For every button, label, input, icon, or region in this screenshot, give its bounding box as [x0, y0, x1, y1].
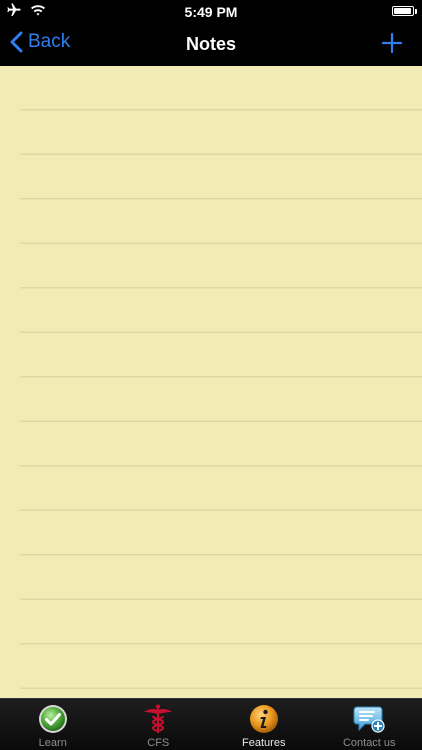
status-time: 5:49 PM — [184, 4, 238, 20]
plus-icon[interactable] — [380, 31, 404, 55]
info-icon — [249, 705, 278, 733]
page-title: Notes — [185, 34, 236, 54]
tab-label: Learn — [38, 737, 67, 749]
note-text-area[interactable] — [20, 66, 420, 698]
tab-features[interactable]: Features — [211, 699, 317, 750]
tab-label: Features — [242, 737, 286, 749]
tab-label: CFS — [147, 737, 170, 749]
tab-contact-us[interactable]: Contact us — [317, 699, 422, 750]
notepad — [0, 66, 422, 698]
battery-level — [394, 8, 412, 14]
battery-icon — [392, 6, 414, 16]
tab-label: Contact us — [342, 737, 396, 749]
chat-bubble-icon — [353, 706, 385, 733]
caduceus-icon — [144, 704, 173, 733]
checkmark-icon — [38, 705, 67, 733]
battery-cap — [415, 9, 417, 14]
navigation-bar: Back Notes — [0, 24, 422, 66]
tab-cfs[interactable]: CFS — [106, 699, 212, 750]
status-bar: 5:49 PM — [0, 0, 422, 24]
tab-bar: Learn CFS Features Contact us — [0, 698, 422, 750]
notes-screen: 5:49 PM Back Notes Learn CFS Features Co… — [0, 0, 422, 750]
tab-learn[interactable]: Learn — [0, 699, 106, 750]
